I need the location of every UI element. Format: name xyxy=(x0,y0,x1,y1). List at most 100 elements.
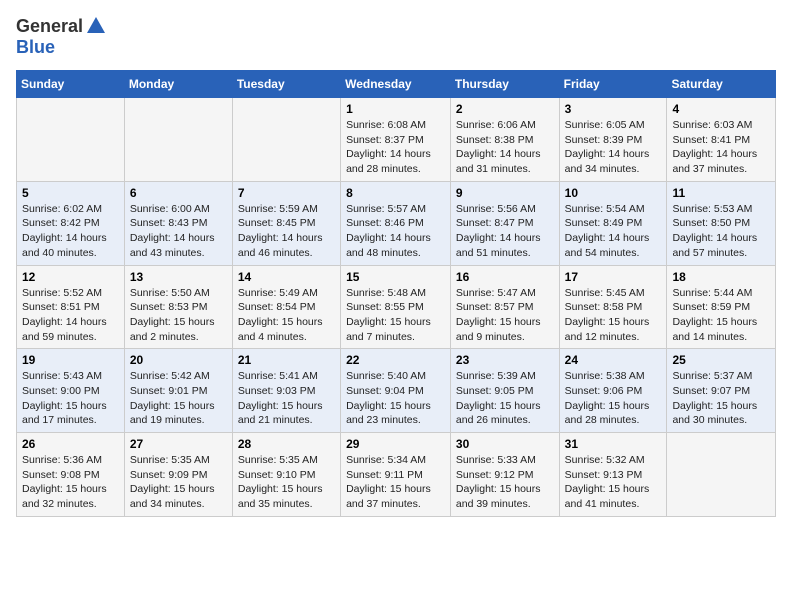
day-info: Sunrise: 5:36 AM Sunset: 9:08 PM Dayligh… xyxy=(22,453,119,512)
day-number: 14 xyxy=(238,270,335,284)
day-number: 6 xyxy=(130,186,227,200)
day-info: Sunrise: 5:56 AM Sunset: 8:47 PM Dayligh… xyxy=(456,202,554,261)
day-cell: 6 Sunrise: 6:00 AM Sunset: 8:43 PM Daylig… xyxy=(124,181,232,265)
day-number: 1 xyxy=(346,102,445,116)
day-number: 20 xyxy=(130,353,227,367)
day-cell: 7 Sunrise: 5:59 AM Sunset: 8:45 PM Daylig… xyxy=(232,181,340,265)
day-info: Sunrise: 5:59 AM Sunset: 8:45 PM Dayligh… xyxy=(238,202,335,261)
header-cell-wednesday: Wednesday xyxy=(341,71,451,98)
day-number: 8 xyxy=(346,186,445,200)
day-number: 21 xyxy=(238,353,335,367)
day-info: Sunrise: 6:03 AM Sunset: 8:41 PM Dayligh… xyxy=(672,118,770,177)
day-info: Sunrise: 5:57 AM Sunset: 8:46 PM Dayligh… xyxy=(346,202,445,261)
day-cell xyxy=(667,433,776,517)
day-number: 19 xyxy=(22,353,119,367)
calendar-table: SundayMondayTuesdayWednesdayThursdayFrid… xyxy=(16,70,776,517)
day-info: Sunrise: 5:48 AM Sunset: 8:55 PM Dayligh… xyxy=(346,286,445,345)
day-cell: 28 Sunrise: 5:35 AM Sunset: 9:10 PM Dayli… xyxy=(232,433,340,517)
day-cell: 31 Sunrise: 5:32 AM Sunset: 9:13 PM Dayli… xyxy=(559,433,667,517)
week-row-2: 5Sunrise: 6:02 AM Sunset: 8:42 PM Daylig… xyxy=(17,181,776,265)
day-number: 25 xyxy=(672,353,770,367)
day-number: 26 xyxy=(22,437,119,451)
day-info: Sunrise: 5:33 AM Sunset: 9:12 PM Dayligh… xyxy=(456,453,554,512)
header: General Blue xyxy=(16,16,776,58)
calendar-body: 1 Sunrise: 6:08 AM Sunset: 8:37 PM Daylig… xyxy=(17,98,776,517)
day-cell: 1 Sunrise: 6:08 AM Sunset: 8:37 PM Daylig… xyxy=(341,98,451,182)
day-number: 24 xyxy=(565,353,662,367)
day-number: 28 xyxy=(238,437,335,451)
day-info: Sunrise: 6:08 AM Sunset: 8:37 PM Dayligh… xyxy=(346,118,445,177)
day-cell: 21 Sunrise: 5:41 AM Sunset: 9:03 PM Dayli… xyxy=(232,349,340,433)
day-info: Sunrise: 5:34 AM Sunset: 9:11 PM Dayligh… xyxy=(346,453,445,512)
day-info: Sunrise: 5:42 AM Sunset: 9:01 PM Dayligh… xyxy=(130,369,227,428)
day-number: 3 xyxy=(565,102,662,116)
day-cell: 17 Sunrise: 5:45 AM Sunset: 8:58 PM Dayli… xyxy=(559,265,667,349)
day-cell xyxy=(232,98,340,182)
day-cell: 4 Sunrise: 6:03 AM Sunset: 8:41 PM Daylig… xyxy=(667,98,776,182)
day-number: 11 xyxy=(672,186,770,200)
day-cell: 26 Sunrise: 5:36 AM Sunset: 9:08 PM Dayli… xyxy=(17,433,125,517)
day-info: Sunrise: 5:54 AM Sunset: 8:49 PM Dayligh… xyxy=(565,202,662,261)
day-info: Sunrise: 5:47 AM Sunset: 8:57 PM Dayligh… xyxy=(456,286,554,345)
day-cell: 18 Sunrise: 5:44 AM Sunset: 8:59 PM Dayli… xyxy=(667,265,776,349)
header-cell-monday: Monday xyxy=(124,71,232,98)
day-number: 16 xyxy=(456,270,554,284)
day-number: 13 xyxy=(130,270,227,284)
week-row-3: 12 Sunrise: 5:52 AM Sunset: 8:51 PM Dayli… xyxy=(17,265,776,349)
day-number: 15 xyxy=(346,270,445,284)
day-number: 7 xyxy=(238,186,335,200)
day-cell: 13 Sunrise: 5:50 AM Sunset: 8:53 PM Dayli… xyxy=(124,265,232,349)
day-cell: 30Sunrise: 5:33 AM Sunset: 9:12 PM Dayli… xyxy=(450,433,559,517)
day-info: Sunrise: 5:32 AM Sunset: 9:13 PM Dayligh… xyxy=(565,453,662,512)
header-cell-saturday: Saturday xyxy=(667,71,776,98)
day-number: 22 xyxy=(346,353,445,367)
day-number: 18 xyxy=(672,270,770,284)
header-cell-thursday: Thursday xyxy=(450,71,559,98)
day-cell xyxy=(17,98,125,182)
day-cell: 23Sunrise: 5:39 AM Sunset: 9:05 PM Dayli… xyxy=(450,349,559,433)
day-number: 17 xyxy=(565,270,662,284)
day-info: Sunrise: 5:37 AM Sunset: 9:07 PM Dayligh… xyxy=(672,369,770,428)
day-info: Sunrise: 5:45 AM Sunset: 8:58 PM Dayligh… xyxy=(565,286,662,345)
day-number: 2 xyxy=(456,102,554,116)
calendar-header-row: SundayMondayTuesdayWednesdayThursdayFrid… xyxy=(17,71,776,98)
header-cell-tuesday: Tuesday xyxy=(232,71,340,98)
header-cell-friday: Friday xyxy=(559,71,667,98)
day-number: 4 xyxy=(672,102,770,116)
day-info: Sunrise: 5:52 AM Sunset: 8:51 PM Dayligh… xyxy=(22,286,119,345)
day-info: Sunrise: 5:40 AM Sunset: 9:04 PM Dayligh… xyxy=(346,369,445,428)
logo-icon xyxy=(85,15,107,37)
day-info: Sunrise: 6:05 AM Sunset: 8:39 PM Dayligh… xyxy=(565,118,662,177)
day-number: 12 xyxy=(22,270,119,284)
day-cell: 11 Sunrise: 5:53 AM Sunset: 8:50 PM Dayli… xyxy=(667,181,776,265)
day-info: Sunrise: 5:35 AM Sunset: 9:09 PM Dayligh… xyxy=(130,453,227,512)
week-row-1: 1 Sunrise: 6:08 AM Sunset: 8:37 PM Daylig… xyxy=(17,98,776,182)
day-cell: 15 Sunrise: 5:48 AM Sunset: 8:55 PM Dayli… xyxy=(341,265,451,349)
day-cell: 19Sunrise: 5:43 AM Sunset: 9:00 PM Dayli… xyxy=(17,349,125,433)
logo: General Blue xyxy=(16,16,107,58)
day-cell: 27 Sunrise: 5:35 AM Sunset: 9:09 PM Dayli… xyxy=(124,433,232,517)
day-info: Sunrise: 5:41 AM Sunset: 9:03 PM Dayligh… xyxy=(238,369,335,428)
day-number: 31 xyxy=(565,437,662,451)
day-cell: 5Sunrise: 6:02 AM Sunset: 8:42 PM Daylig… xyxy=(17,181,125,265)
day-info: Sunrise: 6:00 AM Sunset: 8:43 PM Dayligh… xyxy=(130,202,227,261)
week-row-5: 26 Sunrise: 5:36 AM Sunset: 9:08 PM Dayli… xyxy=(17,433,776,517)
day-cell: 29Sunrise: 5:34 AM Sunset: 9:11 PM Dayli… xyxy=(341,433,451,517)
logo-blue: Blue xyxy=(16,37,55,58)
logo-general: General xyxy=(16,16,83,37)
day-cell: 16 Sunrise: 5:47 AM Sunset: 8:57 PM Dayli… xyxy=(450,265,559,349)
day-number: 10 xyxy=(565,186,662,200)
day-cell: 9Sunrise: 5:56 AM Sunset: 8:47 PM Daylig… xyxy=(450,181,559,265)
day-number: 23 xyxy=(456,353,554,367)
day-info: Sunrise: 5:50 AM Sunset: 8:53 PM Dayligh… xyxy=(130,286,227,345)
day-info: Sunrise: 5:44 AM Sunset: 8:59 PM Dayligh… xyxy=(672,286,770,345)
day-number: 27 xyxy=(130,437,227,451)
day-number: 5 xyxy=(22,186,119,200)
day-cell: 2Sunrise: 6:06 AM Sunset: 8:38 PM Daylig… xyxy=(450,98,559,182)
day-cell: 3 Sunrise: 6:05 AM Sunset: 8:39 PM Daylig… xyxy=(559,98,667,182)
day-info: Sunrise: 5:35 AM Sunset: 9:10 PM Dayligh… xyxy=(238,453,335,512)
day-info: Sunrise: 5:49 AM Sunset: 8:54 PM Dayligh… xyxy=(238,286,335,345)
day-cell: 10 Sunrise: 5:54 AM Sunset: 8:49 PM Dayli… xyxy=(559,181,667,265)
day-info: Sunrise: 5:53 AM Sunset: 8:50 PM Dayligh… xyxy=(672,202,770,261)
day-cell xyxy=(124,98,232,182)
